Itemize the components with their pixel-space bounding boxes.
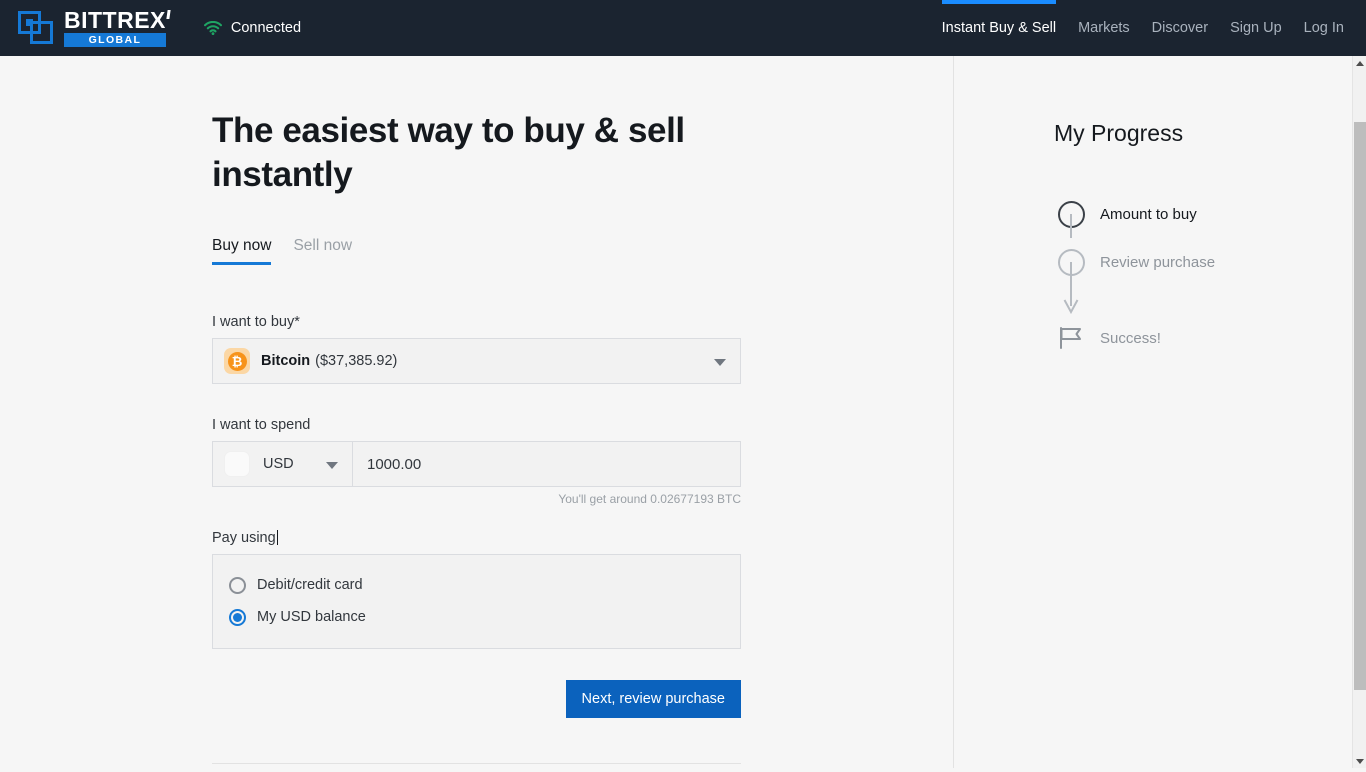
bitcoin-glyph: ₿ <box>227 351 247 371</box>
flag-placeholder-icon <box>224 451 250 477</box>
payment-option-debit-credit-card[interactable]: Debit/credit card <box>213 569 740 601</box>
connection-status: Connected <box>203 20 302 36</box>
brand-logo[interactable]: BITTREX GLOBAL <box>18 9 171 47</box>
buy-asset-group: I want to buy* ₿ Bitcoin ($37,385.92) <box>212 313 752 384</box>
page-body: The easiest way to buy & sell instantly … <box>0 56 1352 768</box>
chevron-down-icon <box>714 359 726 366</box>
radio-checked-icon[interactable] <box>229 608 246 626</box>
tab-buy-now[interactable]: Buy now <box>212 237 272 265</box>
step-label: Amount to buy <box>1100 205 1197 223</box>
nav-item-markets[interactable]: Markets <box>1078 0 1130 56</box>
buy-sell-tabs: Buy now Sell now <box>212 237 752 265</box>
buy-asset-name: Bitcoin <box>261 353 311 369</box>
payment-method-list: Debit/credit card My USD balance <box>212 554 741 649</box>
main-nav: Instant Buy & Sell Markets Discover Sign… <box>920 0 1344 56</box>
currency-select[interactable]: USD <box>212 441 353 487</box>
tab-sell-now[interactable]: Sell now <box>293 237 352 265</box>
nav-item-log-in[interactable]: Log In <box>1304 0 1344 56</box>
scroll-down-arrow-icon[interactable] <box>1353 754 1366 768</box>
progress-step-review-purchase: Review purchase <box>1054 238 1314 286</box>
progress-step-success: Success! <box>1054 314 1314 362</box>
progress-title: My Progress <box>1054 120 1184 146</box>
step-marker <box>1054 326 1088 350</box>
spend-group: I want to spend USD You'll get around 0.… <box>212 416 752 506</box>
buy-asset-select[interactable]: ₿ Bitcoin ($37,385.92) <box>212 338 741 384</box>
payment-option-usd-balance[interactable]: My USD balance <box>213 601 740 633</box>
text-cursor <box>276 530 278 545</box>
nav-item-instant-buy-sell[interactable]: Instant Buy & Sell <box>941 0 1057 56</box>
chevron-down-icon <box>326 462 338 469</box>
page-title: The easiest way to buy & sell instantly <box>212 111 685 194</box>
top-header: BITTREX GLOBAL Connected Instant Buy & S… <box>0 0 1366 56</box>
brand-sublabel: GLOBAL <box>64 33 166 47</box>
step-label: Success! <box>1100 329 1161 347</box>
radio-unchecked-icon[interactable] <box>229 576 246 594</box>
brand-wordmark: BITTREX <box>64 9 171 32</box>
instant-buy-form: The easiest way to buy & sell instantly … <box>212 56 752 772</box>
step-label: Review purchase <box>1100 253 1216 271</box>
wifi-icon <box>203 21 222 35</box>
payment-option-label: My USD balance <box>257 609 366 625</box>
buy-asset-price: ($37,385.92) <box>315 353 398 369</box>
pay-using-label-text: Pay using <box>212 530 276 546</box>
footer-divider <box>212 763 741 764</box>
column-divider <box>953 56 954 768</box>
progress-steps: Amount to buy Review purchase Success! <box>1054 190 1314 362</box>
connection-label: Connected <box>230 20 302 36</box>
bitcoin-icon: ₿ <box>224 348 250 374</box>
step-connector <box>1070 214 1072 238</box>
buy-asset-label: I want to buy* <box>212 314 300 330</box>
spend-amount-input[interactable] <box>353 441 741 487</box>
flag-icon <box>1060 327 1081 349</box>
scroll-up-arrow-icon[interactable] <box>1353 56 1366 70</box>
submit-row: Next, review purchase <box>212 680 741 718</box>
bittrex-logo-icon <box>18 11 53 44</box>
currency-code: USD <box>263 456 294 472</box>
pay-using-label: Pay using <box>212 530 278 546</box>
nav-item-sign-up[interactable]: Sign Up <box>1230 0 1282 56</box>
progress-step-amount-to-buy: Amount to buy <box>1054 190 1314 238</box>
progress-panel: My Progress Amount to buy Review purchas… <box>1054 56 1314 362</box>
pay-using-group: Pay using Debit/credit card My USD balan… <box>212 529 752 649</box>
scrollbar-thumb[interactable] <box>1354 122 1366 690</box>
payment-option-label: Debit/credit card <box>257 577 363 593</box>
down-arrow-icon <box>1063 262 1079 315</box>
spend-label: I want to spend <box>212 417 311 433</box>
nav-item-discover[interactable]: Discover <box>1152 0 1208 56</box>
vertical-scrollbar[interactable] <box>1352 56 1366 768</box>
next-review-purchase-button[interactable]: Next, review purchase <box>565 680 741 718</box>
conversion-hint: You'll get around 0.02677193 BTC <box>558 492 741 506</box>
